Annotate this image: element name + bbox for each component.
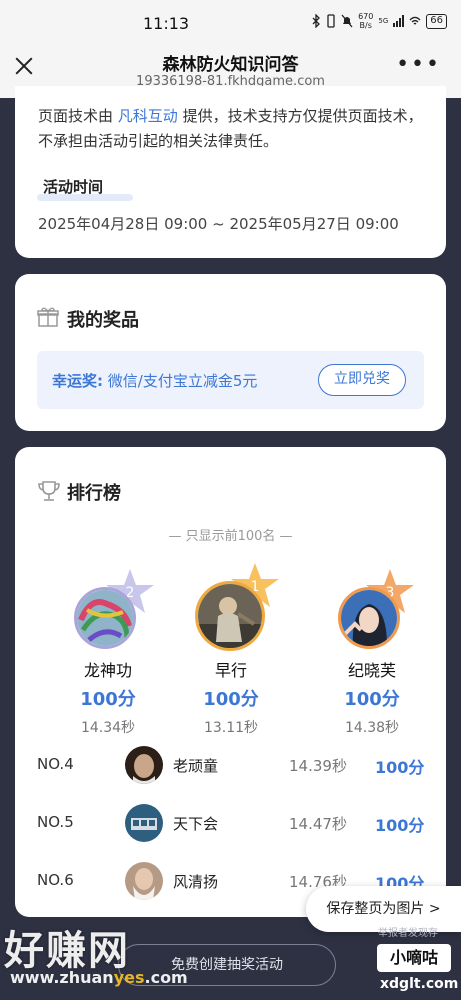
rank-number: NO.5 xyxy=(37,813,74,831)
rank-row: NO.5 天下会 14.47秒 100分 xyxy=(15,801,446,845)
my-prizes-title: 我的奖品 xyxy=(67,310,139,331)
podium-time: 14.38秒 xyxy=(344,720,400,736)
player-score: 100分 xyxy=(375,816,425,835)
status-time: 11:13 xyxy=(143,14,190,33)
wifi-icon xyxy=(409,16,421,25)
my-prizes-card: 我的奖品 幸运奖: 微信/支付宝立减金5元 立即兑奖 xyxy=(15,274,446,431)
mute-bell-icon xyxy=(341,14,353,28)
podium-first: 1 早行 100分 13.11秒 xyxy=(171,563,291,737)
podium-score: 100分 xyxy=(344,689,400,710)
network-type: 5G xyxy=(378,17,389,25)
podium-score: 100分 xyxy=(80,689,136,710)
bluetooth-icon xyxy=(312,14,321,28)
watermark-logo-right: 小嘀咕 xyxy=(377,944,451,972)
podium-name: 早行 xyxy=(214,661,247,680)
podium-name: 纪晓芙 xyxy=(347,661,396,680)
prize-text: 幸运奖: 微信/支付宝立减金5元 xyxy=(52,372,258,390)
avatar-image xyxy=(77,590,133,646)
rank-number: NO.6 xyxy=(37,871,74,889)
trophy-icon xyxy=(38,481,60,501)
podium-time: 13.11秒 xyxy=(203,720,259,736)
watermark-url-right: xdglt.com xyxy=(380,976,459,992)
avatar xyxy=(125,862,163,900)
more-menu-icon[interactable]: ••• xyxy=(396,54,441,76)
rank-number: NO.4 xyxy=(37,755,74,773)
intro-card: 页面技术由 凡科互动 提供，技术支持方仅提供页面技术，不承担由活动引起的相关法律… xyxy=(15,86,446,258)
gift-icon xyxy=(37,307,59,327)
fanke-link[interactable]: 凡科互动 xyxy=(118,107,178,125)
player-name: 老顽童 xyxy=(173,757,219,775)
player-score: 100分 xyxy=(375,758,425,777)
tech-support-text: 页面技术由 凡科互动 提供，技术支持方仅提供页面技术，不承担由活动引起的相关法律… xyxy=(38,107,423,150)
avatar-image xyxy=(125,746,163,784)
signal-icon xyxy=(393,15,405,27)
avatar xyxy=(195,581,265,651)
report-link[interactable]: 举报者发现存 xyxy=(378,924,438,939)
avatar xyxy=(125,746,163,784)
rank-row: NO.4 老顽童 14.39秒 100分 xyxy=(15,743,446,787)
avatar xyxy=(74,587,136,649)
vibrate-icon xyxy=(327,14,335,28)
leaderboard-title: 排行榜 xyxy=(67,483,121,504)
podium-time: 14.34秒 xyxy=(80,720,136,736)
avatar-image xyxy=(125,804,163,842)
podium-name: 龙神功 xyxy=(83,661,132,680)
page-title: 森林防火知识问答 xyxy=(162,55,299,75)
avatar-image xyxy=(125,862,163,900)
watermark-url-left: www.zhuanyes.com xyxy=(10,968,188,987)
avatar xyxy=(125,804,163,842)
player-name: 天下会 xyxy=(173,815,219,833)
activity-time-label: 活动时间 xyxy=(43,178,104,196)
status-icons: 670 B/s 5G 66 xyxy=(311,12,447,30)
network-speed: 670 B/s xyxy=(358,12,374,30)
prize-item: 幸运奖: 微信/支付宝立减金5元 立即兑奖 xyxy=(37,351,424,409)
podium-score: 100分 xyxy=(203,689,259,710)
podium-second: 2 龙神功 100分 14.34秒 xyxy=(48,569,168,737)
avatar xyxy=(338,587,400,649)
battery-icon: 66 xyxy=(426,13,447,29)
avatar-image xyxy=(341,590,397,646)
leaderboard-subtitle: — 只显示前100名 — xyxy=(168,529,293,544)
status-bar: 11:13 670 B/s 5G 66 xyxy=(0,0,461,40)
player-name: 风清扬 xyxy=(173,873,219,891)
redeem-button[interactable]: 立即兑奖 xyxy=(318,364,406,396)
activity-time-value: 2025年04月28日 09:00 ~ 2025年05月27日 09:00 xyxy=(38,215,399,233)
avatar-image xyxy=(198,584,262,648)
player-time: 14.39秒 xyxy=(289,757,347,775)
podium-third: 3 纪晓芙 100分 14.38秒 xyxy=(312,569,432,737)
leaderboard-card: 排行榜 — 只显示前100名 — 2 龙神功 100分 14.34秒 1 早行 … xyxy=(15,447,446,917)
player-time: 14.47秒 xyxy=(289,815,347,833)
